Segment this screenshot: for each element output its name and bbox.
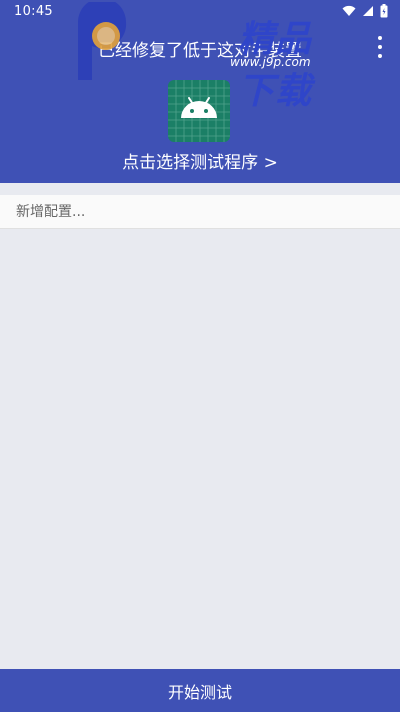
- app-header: 10:45 已经修复了低于这对手装置 精品下载 www.j9p.com 点击选择…: [0, 0, 400, 183]
- android-icon[interactable]: [168, 80, 230, 142]
- status-bar: 10:45: [0, 0, 400, 24]
- menu-dot: [378, 45, 382, 49]
- status-time: 10:45: [14, 4, 53, 19]
- wifi-icon: [342, 5, 356, 16]
- start-test-button[interactable]: 开始测试: [0, 669, 400, 712]
- new-config-input[interactable]: [16, 195, 386, 228]
- menu-dot: [378, 54, 382, 58]
- config-row: [0, 195, 400, 229]
- status-icons: [342, 4, 388, 18]
- page-title: 已经修复了低于这对手装置: [98, 41, 302, 61]
- select-test-program-link[interactable]: 点击选择测试程序 >: [0, 148, 400, 173]
- watermark-text: 精品下载: [238, 19, 313, 112]
- signal-icon: [363, 6, 373, 16]
- menu-dot: [378, 36, 382, 40]
- battery-icon: [380, 4, 388, 18]
- overflow-menu-icon[interactable]: [372, 36, 388, 58]
